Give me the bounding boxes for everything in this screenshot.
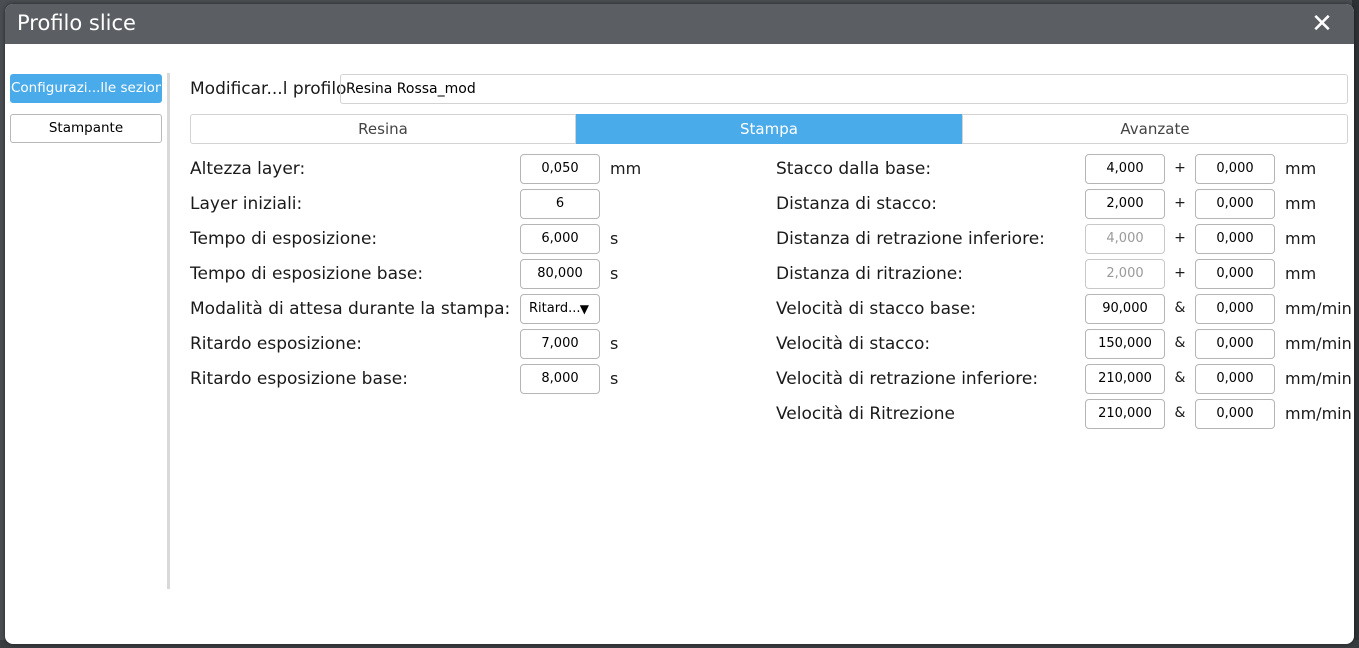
param-separator: + — [1174, 160, 1186, 176]
param-value-field[interactable]: 4,000 — [1085, 224, 1165, 254]
profile-name-input[interactable]: Resina Rossa_mod — [340, 74, 1348, 104]
wait-mode-dropdown[interactable]: Ritard... ▼ — [520, 294, 600, 324]
param-separator: & — [1174, 405, 1186, 421]
param-value-field[interactable]: 210,000 — [1085, 364, 1165, 394]
param-label: Distanza di retrazione inferiore: — [776, 229, 1045, 249]
param-value-field[interactable]: 2,000 — [1085, 259, 1165, 289]
tab-resina[interactable]: Resina — [190, 114, 576, 144]
sidebar-divider — [167, 73, 170, 589]
param-unit: s — [610, 334, 619, 353]
close-icon[interactable]: ✕ — [1308, 10, 1336, 38]
param-label: Velocità di retrazione inferiore: — [776, 369, 1039, 389]
param-unit: mm — [1285, 264, 1317, 283]
param-label: Ritardo esposizione base: — [190, 369, 408, 389]
param-value-field[interactable]: 8,000 — [520, 364, 600, 394]
param-value-field[interactable]: 7,000 — [520, 329, 600, 359]
param-label: Distanza di ritrazione: — [776, 264, 963, 284]
param-offset-field[interactable]: 0,000 — [1195, 189, 1275, 219]
param-unit: mm — [1285, 194, 1317, 213]
param-unit: mm/min — [1285, 334, 1352, 353]
param-value-field[interactable]: 80,000 — [520, 259, 600, 289]
param-label: Altezza layer: — [190, 159, 306, 179]
param-offset-field[interactable]: 0,000 — [1195, 294, 1275, 324]
param-label: Velocità di stacco base: — [776, 299, 977, 319]
param-label: Layer iniziali: — [190, 194, 303, 214]
dialog-titlebar: Profilo slice ✕ — [5, 4, 1354, 44]
profile-label: Modificar...l profilo — [190, 79, 347, 99]
sidebar-item-printer[interactable]: Stampante — [10, 114, 162, 143]
param-value-field[interactable]: 210,000 — [1085, 399, 1165, 429]
dropdown-value: Ritard... — [529, 301, 581, 316]
param-unit: mm/min — [1285, 299, 1352, 318]
param-value-field[interactable]: 0,050 — [520, 154, 600, 184]
param-separator: + — [1174, 195, 1186, 211]
param-value-field[interactable]: 150,000 — [1085, 329, 1165, 359]
param-value-field[interactable]: 90,000 — [1085, 294, 1165, 324]
param-label: Tempo di esposizione base: — [190, 264, 424, 284]
param-separator: + — [1174, 265, 1186, 281]
param-unit: mm/min — [1285, 404, 1352, 423]
tab-bar: Resina Stampa Avanzate — [190, 114, 1348, 144]
param-unit: mm — [1285, 229, 1317, 248]
chevron-down-icon: ▼ — [579, 302, 589, 316]
tab-avanzate[interactable]: Avanzate — [962, 114, 1348, 144]
param-unit: mm — [610, 159, 642, 178]
param-separator: & — [1174, 335, 1186, 351]
param-label: Velocità di stacco: — [776, 334, 931, 354]
param-offset-field[interactable]: 0,000 — [1195, 329, 1275, 359]
param-unit: mm/min — [1285, 369, 1352, 388]
param-offset-field[interactable]: 0,000 — [1195, 224, 1275, 254]
param-value-field[interactable]: 6 — [520, 189, 600, 219]
sidebar-item-section-config[interactable]: Configurazi...lle sezioni — [10, 74, 162, 103]
param-unit: mm — [1285, 159, 1317, 178]
param-separator: & — [1174, 300, 1186, 316]
slice-profile-dialog: Profilo slice ✕ Configurazi...lle sezion… — [5, 4, 1354, 644]
param-separator: & — [1174, 370, 1186, 386]
param-separator: + — [1174, 230, 1186, 246]
param-label: Stacco dalla base: — [776, 159, 932, 179]
param-label: Velocità di Ritrezione — [776, 404, 955, 424]
param-value-field[interactable]: 6,000 — [520, 224, 600, 254]
dialog-title: Profilo slice — [17, 11, 136, 35]
param-unit: s — [610, 264, 619, 283]
param-unit: s — [610, 369, 619, 388]
param-label: Distanza di stacco: — [776, 194, 937, 214]
param-value-field[interactable]: 2,000 — [1085, 189, 1165, 219]
param-offset-field[interactable]: 0,000 — [1195, 154, 1275, 184]
param-offset-field[interactable]: 0,000 — [1195, 399, 1275, 429]
param-label: Tempo di esposizione: — [190, 229, 378, 249]
tab-stampa[interactable]: Stampa — [576, 114, 962, 144]
param-offset-field[interactable]: 0,000 — [1195, 364, 1275, 394]
param-value-field[interactable]: 4,000 — [1085, 154, 1165, 184]
param-label: Ritardo esposizione: — [190, 334, 363, 354]
param-label: Modalità di attesa durante la stampa: — [190, 299, 511, 319]
param-offset-field[interactable]: 0,000 — [1195, 259, 1275, 289]
param-unit: s — [610, 229, 619, 248]
